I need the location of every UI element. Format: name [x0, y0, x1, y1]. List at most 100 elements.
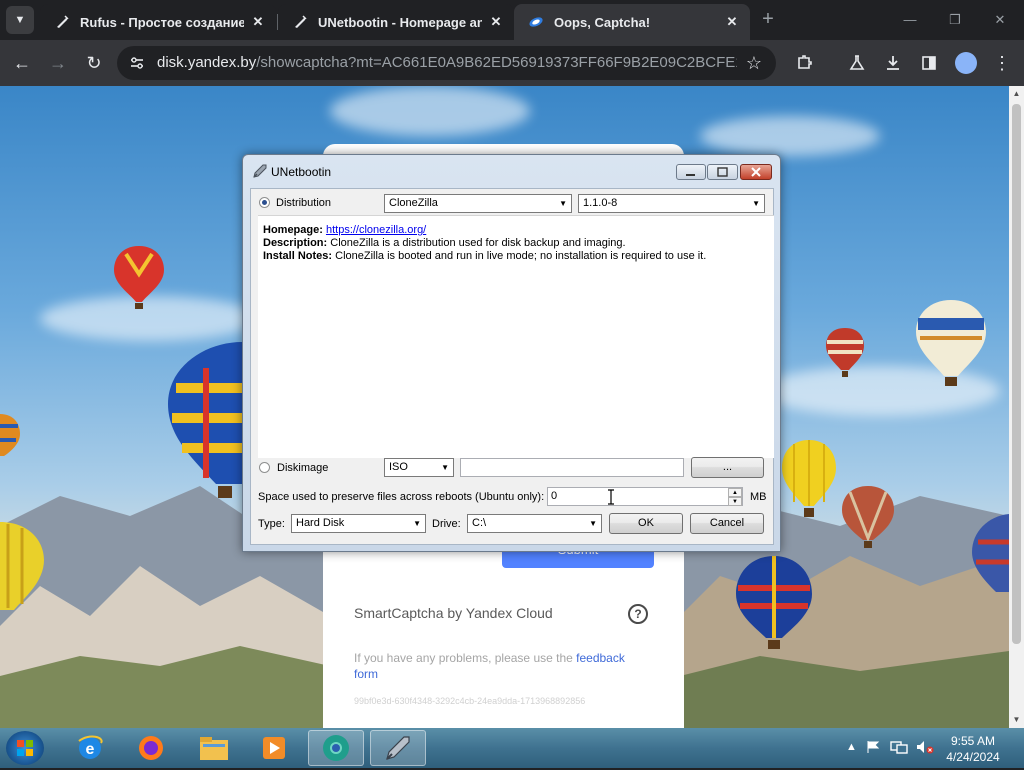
- chevron-down-icon: ▼: [752, 199, 760, 208]
- chevron-down-icon: ▼: [14, 14, 26, 26]
- media-player-icon[interactable]: [246, 730, 302, 766]
- url-host: disk.yandex.by: [157, 54, 257, 71]
- network-icon[interactable]: [890, 740, 908, 757]
- tab-title: Rufus - Простое создание загр: [80, 14, 244, 30]
- url-path: /showcaptcha?mt=AC661E0A9B62ED56919373FF…: [256, 54, 737, 71]
- arrow-right-icon: →: [49, 52, 67, 73]
- diskimage-type-select[interactable]: ISO ▼: [384, 458, 454, 477]
- space-spinner[interactable]: ▲ ▼: [728, 488, 742, 506]
- arrow-left-icon: ←: [13, 52, 31, 73]
- balloon: [168, 342, 242, 498]
- balloon: [736, 556, 812, 649]
- scroll-up-icon[interactable]: ▲: [1009, 86, 1024, 102]
- tab-unetbootin[interactable]: UNetbootin - Homepage and D ✕: [278, 4, 514, 40]
- balloon: [0, 414, 20, 456]
- clock[interactable]: 9:55 AM 4/24/2024: [942, 733, 1004, 765]
- install-notes-line: Install Notes: CloneZilla is booted and …: [263, 250, 706, 262]
- reload-button[interactable]: ↻: [82, 51, 106, 75]
- dialog-maximize-button[interactable]: [707, 164, 738, 180]
- homepage-link[interactable]: https://clonezilla.org/: [326, 224, 426, 236]
- dialog-title: UNetbootin: [271, 165, 332, 179]
- unetbootin-rocket-icon: [252, 163, 268, 179]
- minimize-button[interactable]: —: [895, 8, 925, 32]
- spin-up-icon[interactable]: ▲: [728, 488, 742, 497]
- close-icon[interactable]: ✕: [250, 14, 266, 30]
- homepage-line: Homepage: https://clonezilla.org/: [263, 224, 426, 236]
- chevron-down-icon: ▼: [589, 519, 597, 528]
- rufus-icon: [54, 14, 70, 30]
- space-unit-label: MB: [750, 491, 767, 503]
- side-panel-icon[interactable]: [917, 51, 941, 75]
- action-center-flag-icon[interactable]: [866, 740, 882, 757]
- distribution-radio[interactable]: [259, 197, 270, 208]
- spin-down-icon[interactable]: ▼: [728, 497, 742, 506]
- close-window-button[interactable]: ✕: [985, 8, 1015, 32]
- install-notes-text: CloneZilla is booted and run in live mod…: [335, 250, 707, 262]
- tab-strip: ▼ Rufus - Простое создание загр ✕ UNetbo…: [0, 0, 1024, 40]
- new-tab-button[interactable]: +: [758, 9, 778, 30]
- type-value: Hard Disk: [296, 517, 345, 529]
- extensions-icon[interactable]: [792, 51, 816, 75]
- scroll-down-icon[interactable]: ▼: [1009, 712, 1024, 728]
- persistence-space-input[interactable]: 0: [547, 487, 743, 506]
- chevron-down-icon: ▼: [441, 463, 449, 472]
- show-hidden-icons-icon[interactable]: ▲: [846, 741, 857, 753]
- cloud: [330, 86, 530, 136]
- text-cursor-icon: [608, 489, 614, 505]
- description-label: Description:: [263, 237, 328, 249]
- tab-rufus[interactable]: Rufus - Простое создание загр ✕: [40, 4, 276, 40]
- tab-title: Oops, Captcha!: [554, 14, 651, 30]
- captcha-note-text: If you have any problems, please use the: [354, 651, 577, 665]
- close-icon[interactable]: ✕: [724, 14, 740, 30]
- balloon: [972, 514, 1009, 592]
- diskimage-path-input[interactable]: [460, 458, 684, 477]
- balloon: [916, 300, 986, 386]
- more-menu-icon[interactable]: ⋮: [990, 51, 1014, 75]
- cloud: [700, 116, 880, 156]
- tab-captcha[interactable]: Oops, Captcha! ✕: [514, 4, 750, 40]
- cancel-button[interactable]: Cancel: [690, 513, 764, 534]
- url-text: disk.yandex.by/showcaptcha?mt=AC661E0A9B…: [157, 54, 737, 72]
- restore-button[interactable]: ❐: [940, 8, 970, 32]
- forward-button[interactable]: →: [46, 51, 70, 75]
- chevron-down-icon: ▼: [559, 199, 567, 208]
- firefox-icon[interactable]: [123, 730, 179, 766]
- volume-muted-icon[interactable]: [916, 740, 934, 757]
- type-select[interactable]: Hard Disk ▼: [291, 514, 426, 533]
- balloon: [114, 246, 164, 309]
- bookmark-star-icon[interactable]: ☆: [742, 51, 766, 75]
- clock-time: 9:55 AM: [950, 734, 996, 748]
- file-explorer-icon[interactable]: [186, 730, 242, 766]
- chrome-icon[interactable]: [308, 730, 364, 766]
- diskimage-radio[interactable]: [259, 462, 270, 473]
- drive-select[interactable]: C:\ ▼: [467, 514, 602, 533]
- dialog-close-button[interactable]: [740, 164, 772, 180]
- internet-explorer-icon[interactable]: e: [62, 730, 118, 766]
- distribution-label: Distribution: [276, 197, 332, 209]
- distribution-value: CloneZilla: [389, 197, 438, 209]
- help-icon[interactable]: ?: [628, 604, 648, 624]
- site-info-icon[interactable]: [128, 54, 146, 72]
- browse-button[interactable]: ...: [691, 457, 764, 478]
- distribution-select[interactable]: CloneZilla ▼: [384, 194, 572, 213]
- space-label: Space used to preserve files across rebo…: [258, 491, 545, 503]
- unetbootin-icon[interactable]: [370, 730, 426, 766]
- diskimage-label: Diskimage: [277, 462, 329, 474]
- reload-icon: ↻: [86, 52, 102, 73]
- install-notes-label: Install Notes:: [263, 250, 333, 262]
- tab-search-button[interactable]: ▼: [6, 6, 34, 34]
- clock-date: 4/24/2024: [946, 750, 1000, 764]
- homepage-label: Homepage:: [263, 224, 323, 236]
- download-icon[interactable]: [881, 51, 905, 75]
- drive-value: C:\: [472, 517, 487, 529]
- version-select[interactable]: 1.1.0-8 ▼: [578, 194, 765, 213]
- dialog-minimize-button[interactable]: [676, 164, 706, 180]
- labs-flask-icon[interactable]: [845, 51, 869, 75]
- scrollbar-thumb[interactable]: [1012, 104, 1021, 644]
- profile-avatar[interactable]: [955, 52, 977, 74]
- back-button[interactable]: ←: [10, 51, 34, 75]
- ok-button[interactable]: OK: [609, 513, 683, 534]
- type-label: Type:: [258, 518, 285, 530]
- start-button[interactable]: [6, 731, 44, 765]
- close-icon[interactable]: ✕: [488, 14, 504, 30]
